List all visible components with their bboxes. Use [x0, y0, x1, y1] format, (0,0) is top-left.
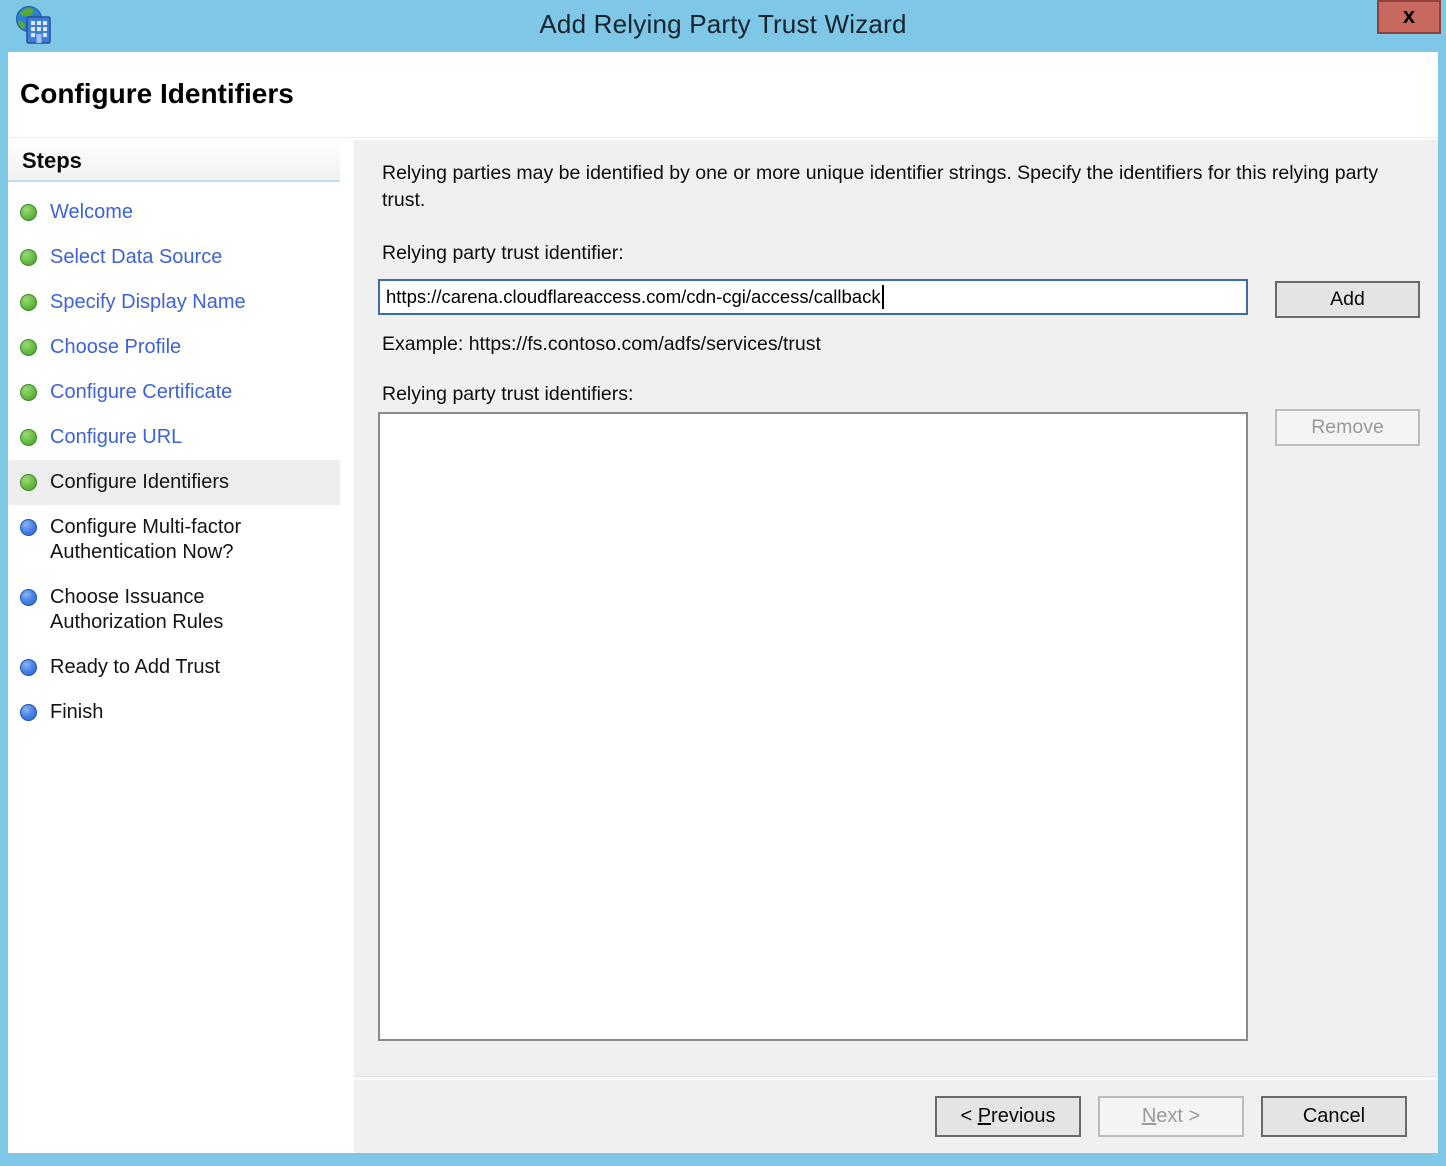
step-status-bullet-icon [20, 429, 37, 446]
sidebar-item-configure-identifiers[interactable]: Configure Identifiers [8, 460, 340, 505]
sidebar-item-welcome[interactable]: Welcome [8, 190, 340, 235]
step-label: Configure Multi-factor Authentication No… [50, 515, 320, 565]
step-label: Choose Profile [50, 335, 181, 360]
identifier-example-text: Example: https://fs.contoso.com/adfs/ser… [382, 333, 821, 356]
wizard-window: Add Relying Party Trust Wizard x Configu… [0, 0, 1446, 1166]
footer-button-bar: < Previous Next > Cancel [354, 1080, 1438, 1153]
step-label: Ready to Add Trust [50, 655, 220, 680]
remove-button[interactable]: Remove [1275, 409, 1420, 446]
identifier-input-label: Relying party trust identifier: [382, 242, 624, 265]
previous-button[interactable]: < Previous [935, 1096, 1081, 1137]
step-status-bullet-icon [20, 294, 37, 311]
step-status-bullet-icon [20, 704, 37, 721]
step-label: Configure Identifiers [50, 470, 229, 495]
steps-header: Steps [8, 140, 340, 182]
cancel-button[interactable]: Cancel [1261, 1096, 1407, 1137]
sidebar-item-configure-multi-factor-authentication-now[interactable]: Configure Multi-factor Authentication No… [8, 505, 340, 575]
title-bar: Add Relying Party Trust Wizard x [0, 0, 1446, 52]
step-status-bullet-icon [20, 384, 37, 401]
step-status-bullet-icon [20, 339, 37, 356]
step-label: Choose Issuance Authorization Rules [50, 585, 320, 635]
page-header: Configure Identifiers [8, 52, 1438, 138]
sidebar-item-configure-url[interactable]: Configure URL [8, 415, 340, 460]
page-title: Configure Identifiers [20, 78, 294, 110]
sidebar-item-finish[interactable]: Finish [8, 690, 340, 735]
sidebar-item-select-data-source[interactable]: Select Data Source [8, 235, 340, 280]
identifiers-listbox[interactable] [378, 412, 1248, 1041]
close-button[interactable]: x [1377, 0, 1441, 34]
next-button[interactable]: Next > [1098, 1096, 1244, 1137]
identifiers-list-label: Relying party trust identifiers: [382, 383, 633, 406]
sidebar-item-specify-display-name[interactable]: Specify Display Name [8, 280, 340, 325]
step-status-bullet-icon [20, 659, 37, 676]
step-label: Select Data Source [50, 245, 222, 270]
step-status-bullet-icon [20, 249, 37, 266]
window-body: Configure Identifiers Steps Welcome Sele… [8, 52, 1438, 1153]
steps-list: Welcome Select Data Source Specify Displ… [8, 182, 340, 735]
identifier-input-value: https://carena.cloudflareaccess.com/cdn-… [386, 286, 881, 308]
sidebar-item-ready-to-add-trust[interactable]: Ready to Add Trust [8, 645, 340, 690]
text-caret [882, 285, 884, 309]
step-status-bullet-icon [20, 474, 37, 491]
step-label: Welcome [50, 200, 133, 225]
identifier-input[interactable]: https://carena.cloudflareaccess.com/cdn-… [378, 279, 1248, 315]
main-panel: Relying parties may be identified by one… [347, 140, 1438, 1153]
step-label: Finish [50, 700, 103, 725]
sidebar-item-configure-certificate[interactable]: Configure Certificate [8, 370, 340, 415]
window-title: Add Relying Party Trust Wizard [0, 9, 1446, 40]
page-description: Relying parties may be identified by one… [382, 160, 1424, 214]
sidebar-item-choose-issuance-authorization-rules[interactable]: Choose Issuance Authorization Rules [8, 575, 340, 645]
add-button[interactable]: Add [1275, 281, 1420, 318]
sidebar-item-choose-profile[interactable]: Choose Profile [8, 325, 340, 370]
step-status-bullet-icon [20, 589, 37, 606]
step-status-bullet-icon [20, 204, 37, 221]
step-label: Specify Display Name [50, 290, 246, 315]
steps-sidebar: Steps Welcome Select Data Source Specify… [8, 140, 340, 1153]
step-label: Configure URL [50, 425, 182, 450]
step-label: Configure Certificate [50, 380, 232, 405]
step-status-bullet-icon [20, 519, 37, 536]
